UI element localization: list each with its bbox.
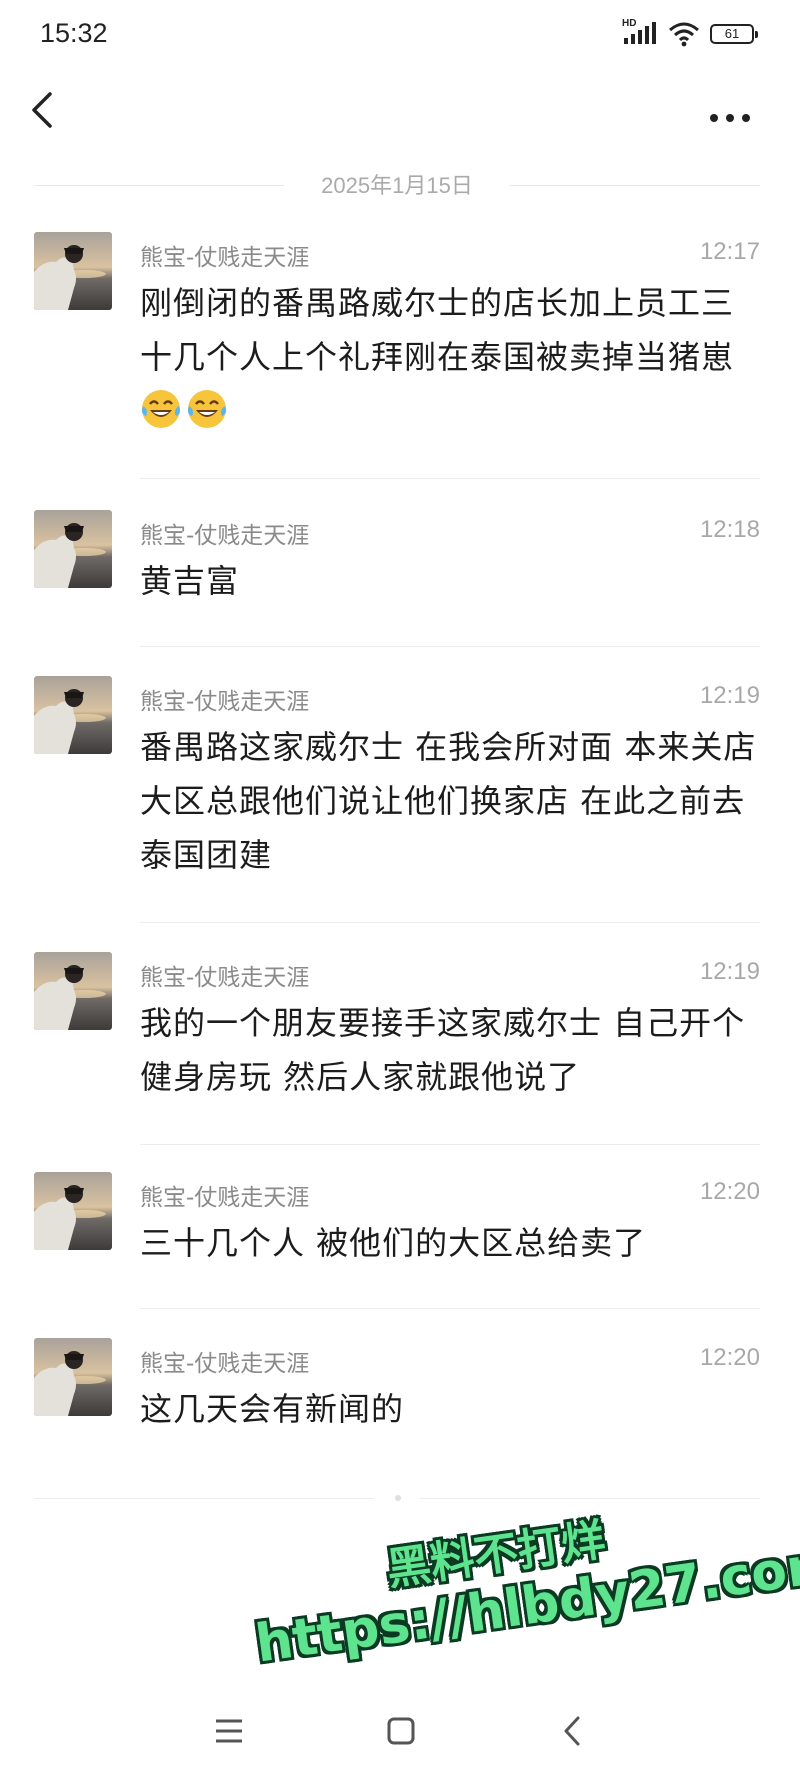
message-body: 刚倒闭的番禺路威尔士的店长加上员工三十几个人上个礼拜刚在泰国被卖掉当猪崽 bbox=[140, 284, 735, 376]
status-time: 15:32 bbox=[40, 18, 108, 48]
home-button[interactable] bbox=[376, 1706, 426, 1756]
avatar[interactable] bbox=[34, 1338, 112, 1416]
home-square-icon bbox=[387, 1717, 415, 1745]
divider bbox=[140, 478, 760, 479]
message-time: 12:17 bbox=[699, 238, 760, 265]
divider bbox=[140, 922, 760, 923]
message-time: 12:19 bbox=[699, 958, 760, 985]
separator-line bbox=[510, 185, 760, 186]
message-time: 12:20 bbox=[699, 1344, 760, 1371]
battery-icon: 61 bbox=[710, 24, 758, 44]
system-back-button[interactable] bbox=[548, 1706, 598, 1756]
message-time: 12:18 bbox=[699, 516, 760, 543]
system-nav-bar bbox=[0, 1688, 800, 1777]
chevron-left-icon bbox=[32, 92, 52, 128]
message-time: 12:19 bbox=[699, 682, 760, 709]
message-text: 我的一个朋友要接手这家威尔士 自己开个健身房玩 然后人家就跟他说了 bbox=[140, 1004, 746, 1096]
message-text: 这几天会有新闻的 bbox=[140, 1390, 405, 1428]
separator-dot bbox=[395, 1495, 401, 1501]
status-bar: 15:32 HD 61 bbox=[0, 0, 800, 70]
more-button[interactable] bbox=[704, 90, 760, 130]
message-text: 三十几个人 被他们的大区总给卖了 bbox=[140, 1224, 647, 1262]
divider bbox=[140, 1308, 760, 1309]
divider bbox=[140, 646, 760, 647]
back-triangle-icon bbox=[564, 1716, 580, 1746]
signal-icon: HD bbox=[622, 18, 658, 48]
sender-name: 熊宝-仗贱走天涯 bbox=[140, 245, 310, 271]
avatar[interactable] bbox=[34, 676, 112, 754]
avatar[interactable] bbox=[34, 510, 112, 588]
divider bbox=[140, 1144, 760, 1145]
tears-of-joy-emoji bbox=[188, 390, 226, 428]
message-text: 刚倒闭的番禺路威尔士的店长加上员工三十几个人上个礼拜刚在泰国被卖掉当猪崽 bbox=[140, 276, 760, 438]
status-icons: HD 61 bbox=[622, 18, 758, 48]
avatar[interactable] bbox=[34, 232, 112, 310]
menu-icon bbox=[216, 1719, 242, 1743]
message-text: 黄吉富 bbox=[140, 562, 240, 600]
wifi-icon bbox=[669, 22, 699, 47]
sender-name: 熊宝-仗贱走天涯 bbox=[140, 523, 310, 549]
sender-name: 熊宝-仗贱走天涯 bbox=[140, 689, 310, 715]
separator-line bbox=[34, 1498, 374, 1499]
chat-header bbox=[0, 70, 800, 150]
more-dots-icon bbox=[710, 114, 750, 122]
date-separator: 2025年1月15日 bbox=[34, 168, 760, 202]
network-label: HD bbox=[622, 18, 637, 29]
message-time: 12:20 bbox=[699, 1178, 760, 1205]
avatar[interactable] bbox=[34, 952, 112, 1030]
sender-name: 熊宝-仗贱走天涯 bbox=[140, 1351, 310, 1377]
sender-name: 熊宝-仗贱走天涯 bbox=[140, 965, 310, 991]
sender-name: 熊宝-仗贱走天涯 bbox=[140, 1185, 310, 1211]
avatar[interactable] bbox=[34, 1172, 112, 1250]
tears-of-joy-emoji bbox=[142, 390, 180, 428]
recents-button[interactable] bbox=[204, 1706, 254, 1756]
back-button[interactable] bbox=[26, 88, 66, 132]
date-label: 2025年1月15日 bbox=[321, 173, 473, 198]
message-text: 番禺路这家威尔士 在我会所对面 本来关店 大区总跟他们说让他们换家店 在此之前去… bbox=[140, 728, 757, 874]
